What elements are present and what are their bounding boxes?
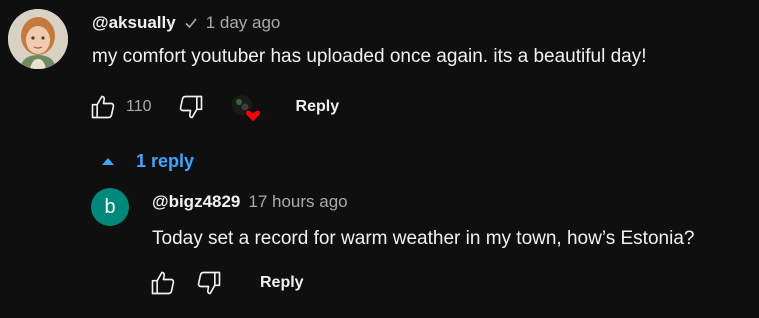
thumbs-down-icon xyxy=(179,95,202,119)
thumbs-up-icon xyxy=(151,271,175,295)
creator-heart-icon[interactable] xyxy=(230,92,262,123)
reply-like-button[interactable] xyxy=(148,268,178,298)
reply-timestamp[interactable]: 17 hours ago xyxy=(248,192,347,212)
comment-actions: 110 Reply xyxy=(88,92,340,123)
comment-author[interactable]: @aksually xyxy=(92,13,176,33)
like-button[interactable] xyxy=(88,92,118,122)
replies-count-label: 1 reply xyxy=(136,150,195,171)
reply-text: Today set a record for warm weather in m… xyxy=(152,228,695,249)
comment-text: my comfort youtuber has uploaded once ag… xyxy=(92,46,647,67)
reply-dislike-button[interactable] xyxy=(194,268,224,298)
reply-author[interactable]: @bigz4829 xyxy=(152,192,240,212)
caret-up-icon xyxy=(102,158,114,165)
comment-header: @aksually 1 day ago xyxy=(92,12,280,34)
like-count: 110 xyxy=(126,98,152,115)
reply-header: @bigz4829 17 hours ago xyxy=(152,191,348,213)
reply-reply-button[interactable]: Reply xyxy=(260,274,304,292)
comment-timestamp[interactable]: 1 day ago xyxy=(206,13,281,33)
comment-thread: @aksually 1 day ago my comfort youtuber … xyxy=(0,0,759,318)
thumbs-up-icon xyxy=(91,95,115,119)
reply-button[interactable]: Reply xyxy=(296,98,340,116)
reply-actions: Reply xyxy=(148,268,304,298)
avatar[interactable] xyxy=(8,9,68,69)
replies-toggle[interactable]: 1 reply xyxy=(100,148,194,174)
thumbs-down-icon xyxy=(197,271,221,295)
dislike-button[interactable] xyxy=(176,92,206,122)
checkmark-icon xyxy=(184,16,198,30)
avatar-image xyxy=(8,9,68,69)
reply-avatar[interactable]: b xyxy=(91,188,129,226)
